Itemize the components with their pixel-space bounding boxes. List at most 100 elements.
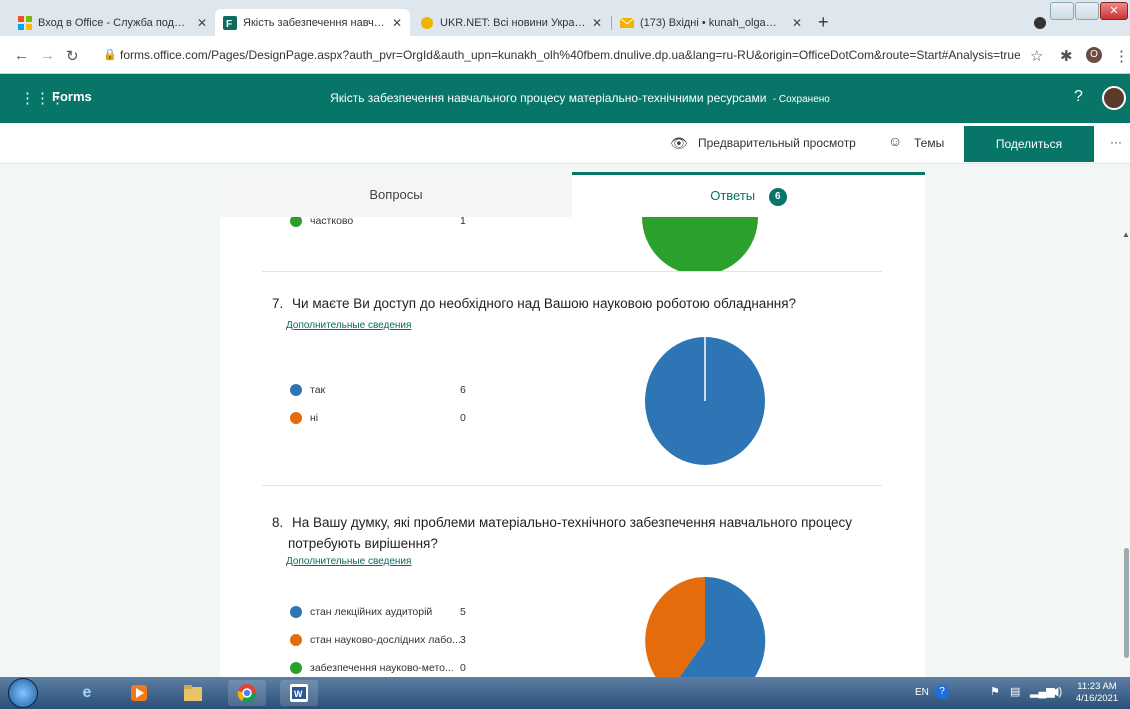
file-explorer-icon[interactable]	[174, 680, 212, 706]
question-text: Чи маєте Ви доступ до необхідного над Ва…	[292, 296, 797, 311]
legend-item: стан науково-дослідних лабо...	[290, 634, 461, 646]
browser-tab-forms[interactable]: F Якість забезпечення навчальнс ✕	[215, 9, 410, 36]
url-text: forms.office.com/Pages/DesignPage.aspx?a…	[120, 48, 1020, 62]
legend-item: ні	[290, 412, 318, 424]
internet-explorer-icon[interactable]: e	[68, 680, 106, 706]
bookmark-star-icon[interactable]: ☆	[1030, 47, 1043, 65]
tab-questions[interactable]: Вопросы	[220, 172, 572, 217]
browser-tab-office-login[interactable]: Вход в Office - Служба поддерж ✕	[10, 9, 215, 36]
minimize-button[interactable]	[1050, 2, 1074, 20]
maximize-button[interactable]	[1075, 2, 1099, 20]
preview-button[interactable]: Предварительный просмотр	[698, 136, 856, 150]
clock-date: 4/16/2021	[1075, 693, 1119, 704]
question-number: 7.	[272, 296, 284, 311]
browser-tab-strip: Вход в Office - Служба поддерж ✕ F Якіст…	[0, 0, 1130, 36]
themes-button[interactable]: Темы	[914, 136, 944, 150]
profile-menu-icon[interactable]	[1034, 17, 1046, 29]
legend-dot	[290, 384, 302, 396]
close-tab-icon[interactable]: ✕	[592, 16, 602, 30]
back-arrow-icon[interactable]: ←	[14, 47, 29, 64]
tab-title: Якість забезпечення навчальнс	[243, 16, 386, 29]
question-7-pie-chart	[645, 337, 765, 465]
tab-title: (173) Вхідні • kunah_olga@ukr.n	[640, 16, 786, 29]
question-text-continued: потребують вирішення?	[288, 536, 438, 551]
legend-count: 6	[460, 384, 466, 396]
legend-label: стан лекційних аудиторій	[310, 606, 433, 618]
address-bar-row: ← → ↻ 🔒 forms.office.com/Pages/DesignPag…	[0, 36, 1130, 74]
legend-count: 0	[460, 412, 466, 424]
browser-tab-mail[interactable]: (173) Вхідні • kunah_olga@ukr.n ✕	[612, 9, 810, 36]
scrollbar-thumb[interactable]	[1124, 548, 1129, 658]
legend-item: так	[290, 384, 325, 396]
browser-tab-ukrnet[interactable]: UKR.NET: Всі новини України, ос ✕	[412, 9, 610, 36]
network-icon[interactable]: ▤	[1010, 685, 1020, 698]
previous-pie-chart	[642, 217, 758, 272]
legend-count: 0	[460, 662, 466, 674]
browser-menu-icon[interactable]: ⋮	[1114, 47, 1129, 65]
legend-dot	[290, 606, 302, 618]
more-details-link[interactable]: Дополнительные сведения	[286, 556, 411, 567]
legend-item: частково	[290, 217, 353, 227]
volume-icon[interactable]: ◀)	[1050, 685, 1062, 698]
lock-icon: 🔒	[103, 49, 117, 61]
tab-title: UKR.NET: Всі новини України, ос	[440, 16, 586, 29]
url-field[interactable]: 🔒 forms.office.com/Pages/DesignPage.aspx…	[100, 44, 1020, 66]
user-avatar[interactable]	[1102, 86, 1126, 110]
more-options-icon[interactable]: ···	[1110, 135, 1122, 149]
themes-palette-icon: ☺	[888, 133, 903, 149]
forms-header: ⋮⋮⋮ Forms Якість забезпечення навчальног…	[0, 74, 1130, 123]
mail-icon	[619, 16, 635, 30]
responses-card: Вопросы Ответы 6 частково 1 7. Чи маєте …	[220, 172, 925, 677]
action-center-flag-icon[interactable]: ⚑	[990, 685, 1000, 698]
close-tab-icon[interactable]: ✕	[792, 16, 802, 30]
question-8-pie-chart	[645, 577, 766, 677]
legend-label: частково	[310, 217, 354, 227]
close-tab-icon[interactable]: ✕	[197, 16, 207, 30]
window-controls: ✕	[1050, 2, 1128, 22]
tab-answers[interactable]: Ответы 6	[572, 172, 925, 217]
form-title-group: Якість забезпечення навчального процесу …	[300, 91, 860, 105]
help-icon[interactable]: ?	[1074, 88, 1083, 106]
legend-dot	[290, 634, 302, 646]
profile-avatar-icon[interactable]: O	[1086, 47, 1102, 63]
close-tab-icon[interactable]: ✕	[392, 16, 402, 30]
share-button[interactable]: Поделиться	[964, 126, 1094, 162]
question-text: На Вашу думку, які проблеми матеріально-…	[292, 515, 853, 530]
clock[interactable]: 11:23 AM 4/16/2021	[1072, 681, 1122, 705]
tab-title: Вход в Office - Служба поддерж	[38, 16, 191, 29]
forward-arrow-icon[interactable]: →	[40, 47, 55, 64]
taskbar: e W EN ? ⚑ ▤ ▂▄▆ ◀) 11:23 AM 4/16/2021	[0, 677, 1130, 709]
extensions-icon[interactable]: ✱	[1060, 47, 1073, 65]
legend-count: 1	[460, 217, 466, 227]
media-player-icon[interactable]	[120, 680, 158, 706]
word-icon[interactable]: W	[280, 680, 318, 706]
preview-eye-icon: 👁	[670, 135, 688, 151]
legend-dot	[290, 412, 302, 424]
previous-question-tail: частково 1	[220, 217, 925, 272]
form-title[interactable]: Якість забезпечення навчального процесу …	[330, 91, 766, 105]
divider	[262, 485, 882, 486]
app-name[interactable]: Forms	[52, 89, 92, 104]
new-tab-button[interactable]: +	[818, 12, 829, 33]
legend-item: стан лекційних аудиторій	[290, 606, 432, 618]
language-help-icon[interactable]: ?	[935, 685, 949, 699]
start-button[interactable]	[8, 678, 38, 708]
legend-dot	[290, 662, 302, 674]
close-window-button[interactable]: ✕	[1100, 2, 1128, 20]
more-details-link[interactable]: Дополнительные сведения	[286, 320, 411, 331]
language-indicator[interactable]: EN	[915, 687, 929, 698]
scroll-up-icon[interactable]: ▲	[1122, 230, 1130, 240]
save-status: - Сохранено	[772, 94, 830, 105]
ukrnet-logo-icon	[420, 16, 434, 30]
question-7-title: 7. Чи маєте Ви доступ до необхідного над…	[272, 296, 796, 311]
question-number: 8.	[272, 515, 284, 530]
forms-logo-icon: F	[223, 15, 237, 30]
svg-text:W: W	[294, 689, 303, 699]
legend-count: 5	[460, 606, 466, 618]
question-8-title: 8. На Вашу думку, які проблеми матеріаль…	[272, 512, 852, 554]
chrome-icon[interactable]	[228, 680, 266, 706]
legend-dot	[290, 217, 302, 227]
legend-label: стан науково-дослідних лабо...	[310, 634, 461, 646]
reload-icon[interactable]: ↻	[66, 47, 79, 65]
clock-time: 11:23 AM	[1077, 681, 1117, 692]
